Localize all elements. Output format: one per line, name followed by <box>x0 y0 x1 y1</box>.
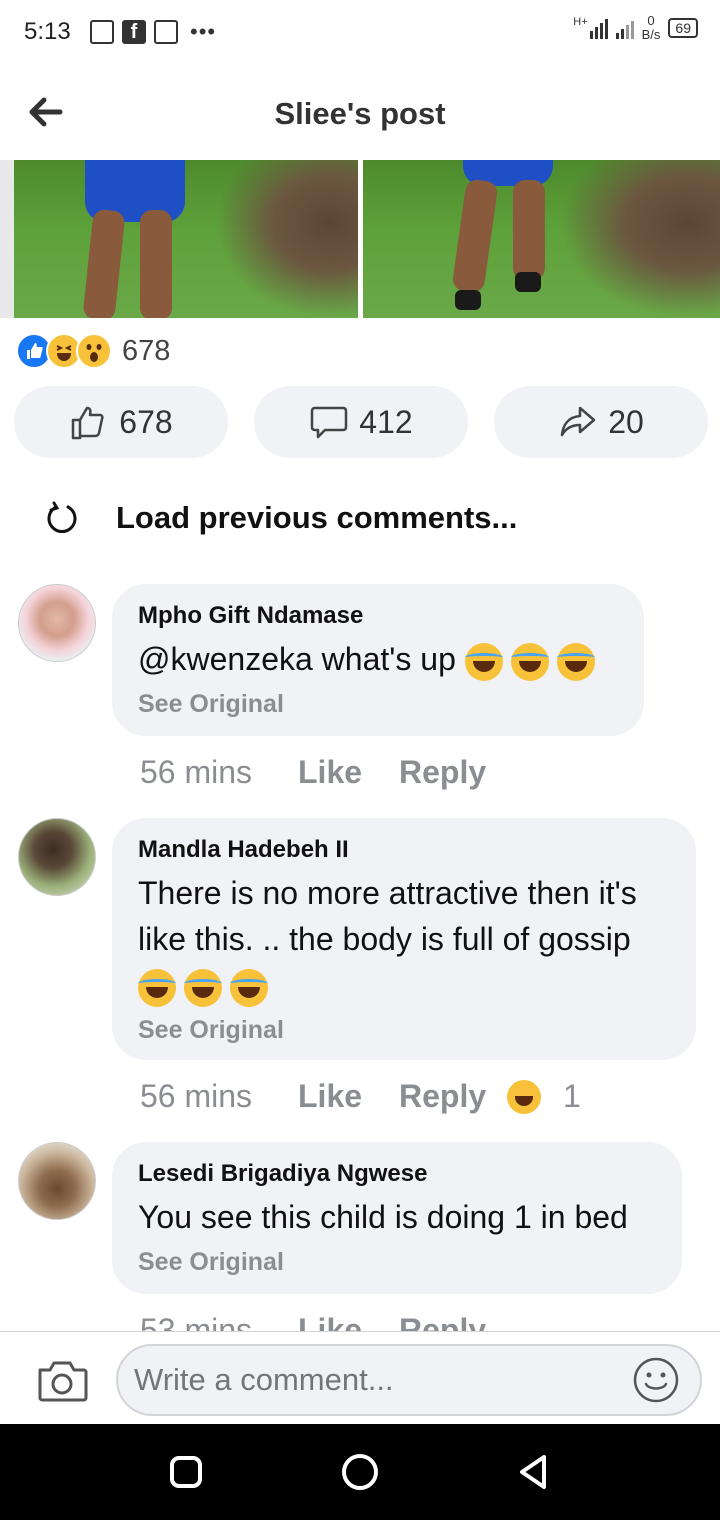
see-original-link[interactable]: See Original <box>138 1248 656 1277</box>
load-previous-label: Load previous comments... <box>116 500 518 535</box>
status-indicators: H+ 0 B/s 69 <box>573 14 698 42</box>
recent-apps-icon[interactable] <box>166 1452 206 1492</box>
laughing-emoji-icon <box>184 968 222 1007</box>
comment-bubble[interactable]: Mandla Hadebeh II There is no more attra… <box>112 818 696 1060</box>
avatar[interactable] <box>18 1142 96 1220</box>
post-images <box>0 160 720 318</box>
like-count: 678 <box>119 403 173 440</box>
reaction-count: 678 <box>122 334 171 367</box>
laughing-emoji-group <box>138 968 268 1007</box>
laughing-emoji-icon <box>138 968 176 1007</box>
comment-text: There is no more attractive then it's li… <box>138 870 670 1008</box>
avatar[interactable] <box>18 584 96 662</box>
post-photo-1[interactable] <box>0 160 358 318</box>
laughing-emoji-icon <box>464 642 503 681</box>
laughing-emoji-icon <box>510 642 549 681</box>
comment-text: @kwenzeka what's up <box>138 636 618 682</box>
page-title: Sliee's post <box>274 96 446 131</box>
home-icon[interactable] <box>340 1452 380 1492</box>
comment-meta: 56 mins Like Reply 1 <box>140 1078 581 1115</box>
back-icon[interactable] <box>514 1452 554 1492</box>
news-icon <box>90 20 114 44</box>
status-time: 5:13 <box>24 18 71 45</box>
gallery-icon <box>154 20 178 44</box>
notification-icons: f ••• <box>90 19 216 45</box>
laughing-emoji-icon <box>556 642 595 681</box>
load-previous-comments[interactable]: Load previous comments... <box>46 500 517 536</box>
comment-bubble[interactable]: Lesedi Brigadiya Ngwese You see this chi… <box>112 1142 682 1294</box>
smiley-icon[interactable] <box>632 1356 680 1404</box>
laughing-emoji-group <box>464 642 595 681</box>
haha-reaction-icon[interactable] <box>507 1079 541 1114</box>
like-button[interactable]: 678 <box>14 386 228 458</box>
network-type: H+ <box>573 16 588 28</box>
battery-icon: 69 <box>668 18 698 38</box>
top-bar: Sliee's post <box>0 64 720 160</box>
reaction-summary[interactable]: 678 <box>16 333 170 369</box>
see-original-link[interactable]: See Original <box>138 690 618 719</box>
system-nav-bar <box>0 1424 720 1520</box>
avatar[interactable] <box>18 818 96 896</box>
comment-author[interactable]: Lesedi Brigadiya Ngwese <box>138 1160 656 1188</box>
comment-time: 56 mins <box>140 754 253 790</box>
thumbs-up-icon <box>72 406 104 440</box>
comment-count: 412 <box>359 403 413 440</box>
status-bar: 5:13 f ••• H+ 0 B/s 69 <box>0 0 720 64</box>
comment-like-button[interactable]: Like <box>298 1078 399 1115</box>
post-photo-2[interactable] <box>362 160 720 318</box>
camera-icon[interactable] <box>36 1358 88 1404</box>
share-icon <box>560 406 596 437</box>
refresh-icon <box>47 501 77 534</box>
share-count: 20 <box>608 403 644 440</box>
comment-reaction-count[interactable]: 1 <box>563 1078 581 1115</box>
comment-bubble[interactable]: Mpho Gift Ndamase @kwenzeka what's up Se… <box>112 584 644 736</box>
facebook-icon: f <box>122 20 146 44</box>
comment-reply-button[interactable]: Reply <box>399 1078 507 1115</box>
wow-icon <box>76 333 112 369</box>
post-actions: 678 412 20 <box>14 386 708 458</box>
laughing-emoji-icon <box>230 968 268 1007</box>
comment-composer <box>0 1331 720 1424</box>
share-button[interactable]: 20 <box>494 386 708 458</box>
net-speed: 0 B/s <box>641 13 661 42</box>
more-notifications-icon: ••• <box>190 19 217 44</box>
comment-icon <box>311 406 348 439</box>
signal-icon: H+ <box>573 16 634 39</box>
comment-text: You see this child is doing 1 in bed <box>138 1199 628 1235</box>
comment-button[interactable]: 412 <box>254 386 468 458</box>
see-original-link[interactable]: See Original <box>138 1016 670 1045</box>
comment-author[interactable]: Mandla Hadebeh II <box>138 836 670 864</box>
comment-meta: 56 mins Like Reply <box>140 754 507 791</box>
comment-reply-button[interactable]: Reply <box>399 754 507 791</box>
comment-input[interactable] <box>116 1344 702 1416</box>
comment-time: 56 mins <box>140 1078 253 1114</box>
comment-author[interactable]: Mpho Gift Ndamase <box>138 602 618 630</box>
comment-like-button[interactable]: Like <box>298 754 399 791</box>
